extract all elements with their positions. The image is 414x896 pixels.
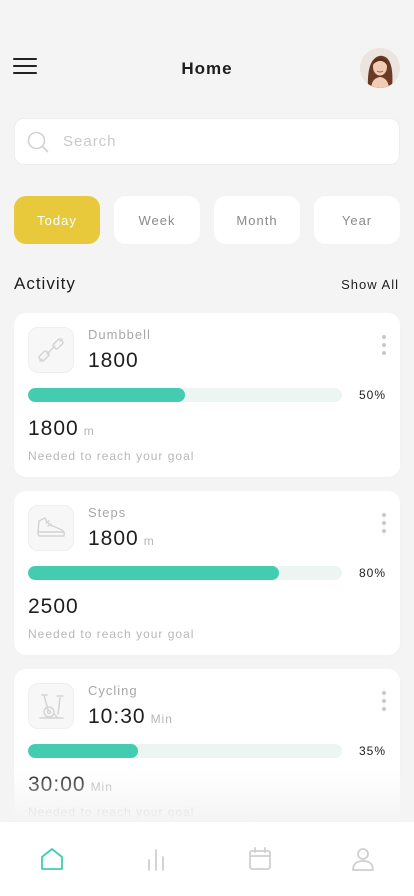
- goal-note: Needed to reach your goal: [28, 627, 195, 641]
- card-icon-box: [28, 327, 74, 373]
- card-title: Dumbbell: [88, 327, 151, 342]
- home-screen: Home Today Week Month Year Activity Show…: [0, 0, 414, 896]
- search-input[interactable]: [63, 119, 383, 164]
- tab-week[interactable]: Week: [114, 196, 200, 244]
- activity-card-dumbbell[interactable]: Dumbbell 1800 50% 1800 m Needed to reach …: [14, 313, 400, 477]
- more-options-icon[interactable]: [378, 691, 390, 713]
- tab-today[interactable]: Today: [14, 196, 100, 244]
- progress-bar: [28, 566, 342, 580]
- card-value-unit: m: [143, 534, 155, 548]
- progress-percent: 50%: [358, 388, 386, 402]
- bottom-nav: [0, 822, 414, 896]
- card-value-number: 1800: [88, 527, 139, 550]
- goal-note: Needed to reach your goal: [28, 805, 195, 819]
- show-all-link[interactable]: Show All: [341, 277, 399, 292]
- search-icon: [27, 131, 49, 153]
- avatar[interactable]: [360, 48, 400, 88]
- calendar-icon[interactable]: [247, 846, 273, 872]
- card-title: Steps: [88, 505, 127, 520]
- search-bar: [14, 118, 400, 165]
- profile-icon[interactable]: [350, 846, 376, 872]
- more-options-icon[interactable]: [378, 513, 390, 535]
- user-avatar-photo: [360, 48, 400, 88]
- card-value-unit: Min: [150, 712, 173, 726]
- progress-fill: [28, 744, 138, 758]
- exercise-bike-icon: [39, 694, 64, 719]
- sneaker-icon: [37, 517, 65, 537]
- card-value-number: 10:30: [88, 705, 146, 728]
- progress-percent: 80%: [358, 566, 386, 580]
- card-title: Cycling: [88, 683, 138, 698]
- card-value: 1800 m: [88, 527, 155, 551]
- bar-chart-icon[interactable]: [143, 846, 169, 872]
- card-icon-box: [28, 505, 74, 551]
- activity-card-cycling[interactable]: Cycling 10:30 Min 35% 30:00 Min Needed to …: [14, 669, 400, 833]
- tab-month[interactable]: Month: [214, 196, 300, 244]
- progress-percent: 35%: [358, 744, 386, 758]
- card-value: 10:30 Min: [88, 705, 173, 729]
- dumbbell-icon: [38, 338, 64, 362]
- more-options-icon[interactable]: [378, 335, 390, 357]
- section-title-activity: Activity: [14, 274, 76, 293]
- progress-bar: [28, 388, 342, 402]
- activity-card-steps[interactable]: Steps 1800 m 80% 2500 Needed to reach you…: [14, 491, 400, 655]
- card-value: 1800: [88, 349, 139, 373]
- card-icon-box: [28, 683, 74, 729]
- goal-value-number: 1800: [28, 417, 79, 440]
- progress-bar: [28, 744, 342, 758]
- app-header: Home: [0, 44, 414, 92]
- goal-value: 30:00 Min: [28, 773, 113, 797]
- goal-value: 2500: [28, 595, 79, 619]
- card-value-number: 1800: [88, 349, 139, 372]
- home-icon[interactable]: [39, 846, 65, 872]
- goal-value-number: 30:00: [28, 773, 86, 796]
- goal-value: 1800 m: [28, 417, 95, 441]
- goal-note: Needed to reach your goal: [28, 449, 195, 463]
- goal-unit: Min: [90, 780, 113, 794]
- tab-year[interactable]: Year: [314, 196, 400, 244]
- progress-fill: [28, 566, 280, 580]
- page-title: Home: [181, 59, 233, 78]
- goal-unit: m: [83, 424, 95, 438]
- goal-value-number: 2500: [28, 595, 79, 618]
- progress-fill: [28, 388, 185, 402]
